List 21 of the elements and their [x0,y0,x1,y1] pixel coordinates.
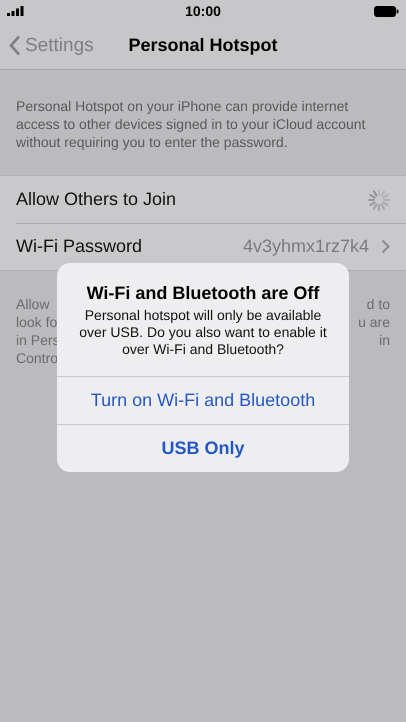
settings-row[interactable]: Wi-Fi Password 4v3yhmx1rz7k4 [0,223,406,270]
alert-button[interactable]: USB Only [57,424,349,472]
battery-icon [374,6,399,16]
page-title: Personal Hotspot [127,35,279,56]
footer-text: in [379,331,390,349]
password-value: 4v3yhmx1rz7k4 [242,236,369,257]
status-time: 10:00 [184,3,222,19]
description-text: Personal Hotspot on your iPhone can provide internet access to other devices signed in to your iCloud account without requiring you to enter the password. [15,97,366,152]
footer-text: u are [358,313,390,331]
alert-message: Personal hotspot will only be available over USB. Do you also want to enable it over Wi-Fi and Bluetooth? [78,307,328,358]
back-chevron-icon [9,35,21,56]
alert-title: Wi-Fi and Bluetooth are Off [86,283,320,304]
spinner-icon [368,188,390,210]
footer-text: look fo [16,313,58,331]
signal-icon [7,6,24,16]
settings-row[interactable]: Allow Others to Join [0,176,406,223]
footer-text: Contro [16,349,58,367]
chevron-icon [381,239,390,254]
footer-text: d to [366,295,390,313]
alert-button[interactable]: Turn on Wi-Fi and Bluetooth [57,376,349,424]
footer-text: Allow [16,295,50,313]
